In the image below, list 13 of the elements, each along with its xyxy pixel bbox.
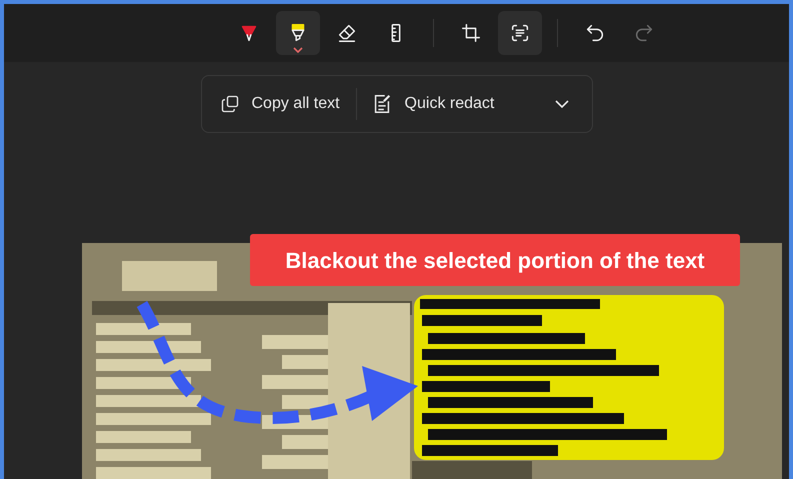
chevron-down-icon — [554, 99, 570, 109]
redo-icon — [633, 22, 655, 44]
copy-icon — [220, 94, 240, 114]
copy-all-text-button[interactable]: Copy all text — [216, 84, 344, 124]
undo-icon — [584, 22, 606, 44]
crop-icon — [460, 22, 482, 44]
caret-icon — [293, 47, 303, 53]
text-actions-tool-button[interactable] — [498, 11, 542, 55]
quick-redact-button[interactable]: Quick redact — [368, 84, 496, 124]
eraser-icon — [336, 22, 358, 44]
callout-banner: Blackout the selected portion of the text — [250, 234, 740, 286]
text-scan-icon — [509, 22, 531, 44]
highlighter-tool-button[interactable] — [276, 11, 320, 55]
